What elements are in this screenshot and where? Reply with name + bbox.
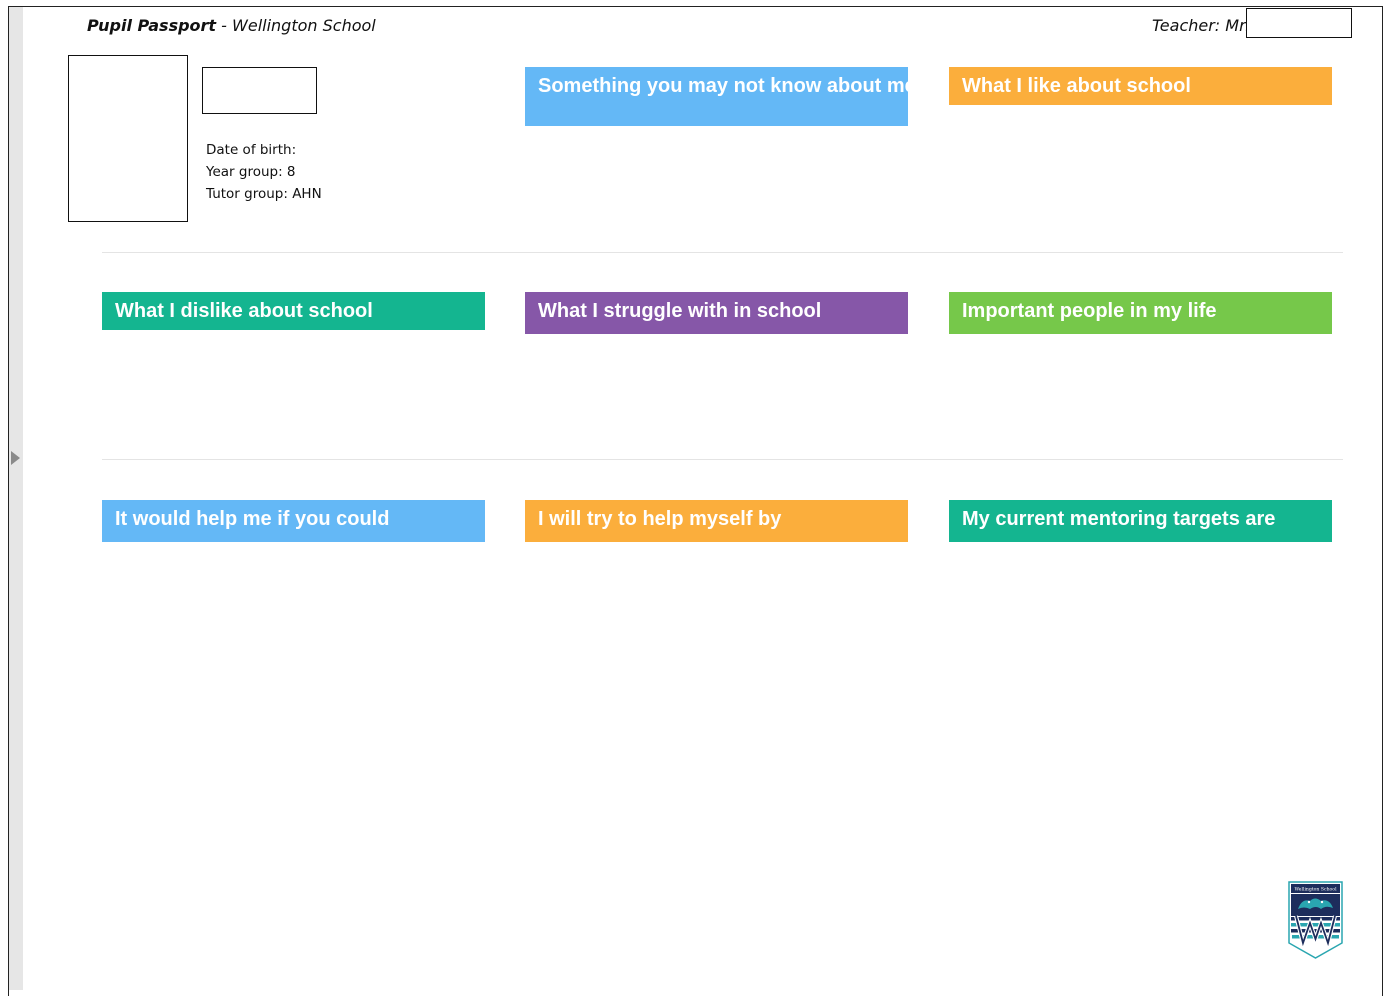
section-header-dislike-about-school: What I dislike about school xyxy=(102,292,485,330)
teacher-label: Teacher: Mrs xyxy=(1152,16,1254,35)
document-title-bold: Pupil Passport xyxy=(87,16,217,35)
section-header-something-about-me: Something you may not know about me xyxy=(525,67,908,126)
section-header-label: It would help me if you could xyxy=(115,508,390,530)
section-header-label: What I dislike about school xyxy=(115,300,373,322)
pupil-name-field[interactable] xyxy=(202,67,317,114)
section-header-help-me-if: It would help me if you could xyxy=(102,500,485,542)
section-header-like-about-school: What I like about school xyxy=(949,67,1332,105)
section-header-help-myself-by: I will try to help myself by xyxy=(525,500,908,542)
date-of-birth-label: Date of birth: xyxy=(206,142,297,158)
side-panel-strip xyxy=(9,7,23,990)
crest-text: Wellington School xyxy=(1294,887,1337,893)
document-title-school: - Wellington School xyxy=(216,16,376,35)
pupil-info: Date of birth: Year group: 8 Tutor group… xyxy=(206,139,322,205)
section-header-label: I will try to help myself by xyxy=(538,508,782,530)
section-header-struggle-with: What I struggle with in school xyxy=(525,292,908,334)
document-title: Pupil Passport - Wellington School xyxy=(87,16,376,35)
section-header-label: My current mentoring targets are xyxy=(962,508,1276,530)
section-divider xyxy=(102,252,1343,253)
section-header-label: What I like about school xyxy=(962,75,1191,97)
section-header-important-people: Important people in my life xyxy=(949,292,1332,334)
section-header-label: What I struggle with in school xyxy=(538,300,822,322)
section-header-label: Something you may not know about me xyxy=(538,75,908,97)
school-crest-icon: Wellington School xyxy=(1288,881,1343,959)
section-header-mentoring-targets: My current mentoring targets are xyxy=(949,500,1332,542)
pupil-photo-box xyxy=(68,55,188,222)
tutor-group-label: Tutor group: AHN xyxy=(206,186,322,202)
year-group-label: Year group: 8 xyxy=(206,164,296,180)
expand-panel-arrow-icon[interactable] xyxy=(11,451,20,465)
teacher-name-field[interactable] xyxy=(1246,8,1352,38)
section-divider xyxy=(102,459,1343,460)
section-header-label: Important people in my life xyxy=(962,300,1217,322)
